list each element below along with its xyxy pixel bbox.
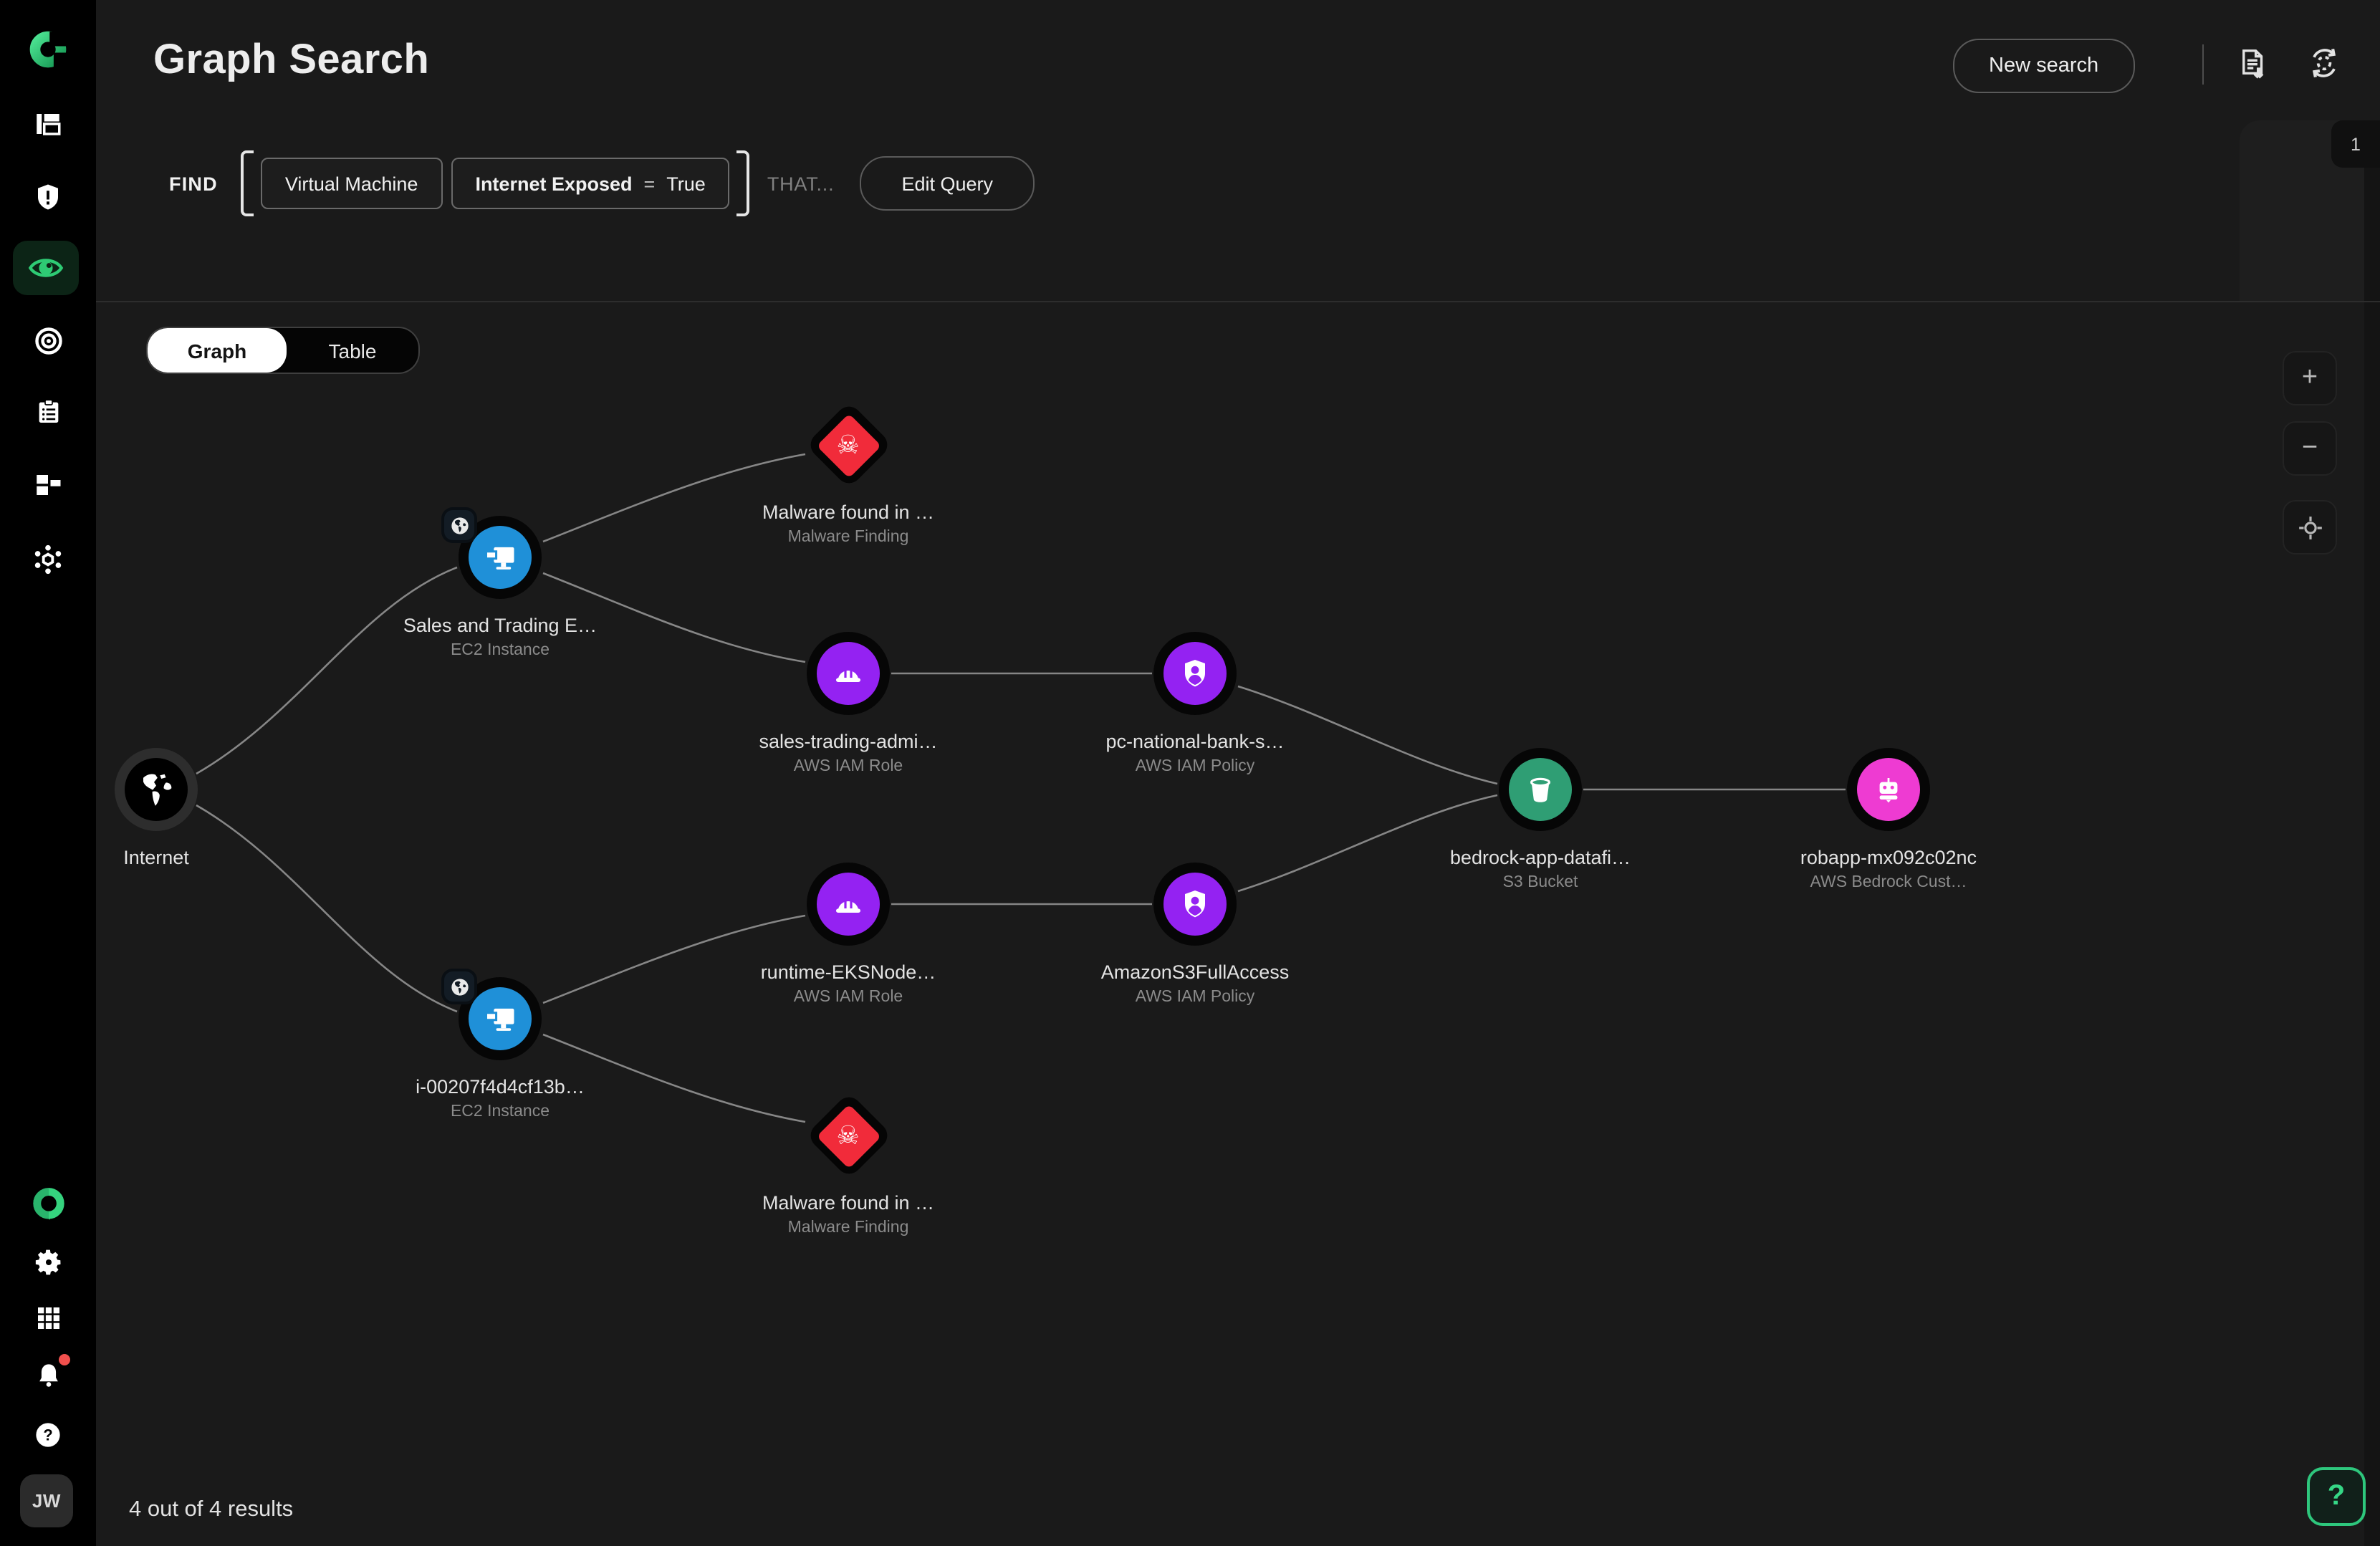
- node-subtitle: EC2 Instance: [451, 1103, 550, 1120]
- app-root: ? JW Graph Search New search FIND Virtua…: [0, 0, 2380, 1546]
- bedrock-robot-icon: [1871, 772, 1906, 807]
- sidebar-item-issues[interactable]: [0, 168, 96, 225]
- sidebar-item-reports[interactable]: [0, 383, 96, 440]
- malware-skull-icon: ☠: [816, 1103, 881, 1168]
- user-avatar[interactable]: JW: [20, 1474, 73, 1527]
- panel-count-badge[interactable]: 1: [2331, 120, 2380, 168]
- graph-node-ec2-i00207[interactable]: i-00207f4d4cf13b… EC2 Instance: [342, 977, 658, 1120]
- graph-node-ec2-sales-trading[interactable]: Sales and Trading E… EC2 Instance: [342, 516, 658, 659]
- view-toggle: Graph Table: [146, 327, 420, 374]
- iam-policy-icon: [1178, 656, 1212, 691]
- graph-node-malware-finding-1[interactable]: ☠ Malware found in … Malware Finding: [691, 403, 1006, 546]
- sidebar-item-policies[interactable]: [0, 312, 96, 370]
- content-divider: [96, 301, 2380, 302]
- fit-view-button[interactable]: [2283, 500, 2337, 554]
- s3-bucket-icon: [1523, 772, 1558, 807]
- ec2-instance-icon: [481, 539, 519, 576]
- graph-eye-icon: [27, 254, 64, 282]
- node-subtitle: AWS IAM Role: [794, 758, 903, 775]
- internet-exposed-badge-globe-icon: [444, 971, 474, 1002]
- node-subtitle: Malware Finding: [788, 529, 909, 546]
- tab-table[interactable]: Table: [287, 328, 418, 373]
- sidebar-item-inventory[interactable]: [0, 456, 96, 513]
- graph-node-bedrock-model[interactable]: robapp-mx092c02nc AWS Bedrock Cust…: [1731, 748, 2046, 891]
- internet-exposed-badge-globe-icon: [444, 510, 474, 540]
- node-title: i-00207f4d4cf13b…: [416, 1076, 585, 1098]
- zoom-out-button[interactable]: −: [2283, 421, 2337, 476]
- help-button[interactable]: ?: [2307, 1467, 2366, 1526]
- graph-node-iam-role-sales-trading[interactable]: sales-trading-admi… AWS IAM Role: [691, 632, 1006, 775]
- sidebar-item-dashboard[interactable]: [0, 95, 96, 152]
- node-title: sales-trading-admi…: [759, 731, 937, 752]
- svg-text:?: ?: [43, 1426, 52, 1444]
- apps-grid-icon[interactable]: [0, 1290, 96, 1347]
- node-subtitle: AWS IAM Policy: [1136, 758, 1255, 775]
- node-title: pc-national-bank-s…: [1105, 731, 1284, 752]
- sidebar: ? JW: [0, 0, 96, 1546]
- crosshair-icon: [2296, 514, 2323, 541]
- sidebar-help-icon[interactable]: ?: [0, 1406, 96, 1463]
- node-title: Malware found in …: [762, 501, 934, 523]
- graph-node-iam-policy-s3fullaccess[interactable]: AmazonS3FullAccess AWS IAM Policy: [1037, 863, 1353, 1006]
- sidebar-item-graph-search-active[interactable]: [13, 241, 79, 295]
- globe-icon: [130, 764, 182, 815]
- graph-canvas[interactable]: Internet Sales and Trading E… EC2 Instan…: [0, 0, 2380, 1546]
- node-title: runtime-EKSNode…: [761, 961, 936, 983]
- node-subtitle: AWS Bedrock Cust…: [1810, 874, 1967, 891]
- graph-node-malware-finding-2[interactable]: ☠ Malware found in … Malware Finding: [691, 1093, 1006, 1237]
- notifications-bell-icon[interactable]: [0, 1347, 96, 1404]
- notification-dot: [59, 1354, 70, 1365]
- node-subtitle: AWS IAM Policy: [1136, 989, 1255, 1006]
- node-subtitle: AWS IAM Role: [794, 989, 903, 1006]
- node-title: Internet: [123, 847, 189, 868]
- iam-policy-icon: [1178, 887, 1212, 921]
- graph-node-s3-bucket[interactable]: bedrock-app-datafi… S3 Bucket: [1383, 748, 1698, 891]
- settings-gear-icon[interactable]: [0, 1234, 96, 1291]
- node-title: Malware found in …: [762, 1192, 934, 1214]
- node-title: AmazonS3FullAccess: [1101, 961, 1290, 983]
- tab-graph[interactable]: Graph: [148, 328, 287, 373]
- node-subtitle: S3 Bucket: [1503, 874, 1578, 891]
- iam-role-icon: [831, 887, 865, 921]
- graph-node-iam-role-eksnode[interactable]: runtime-EKSNode… AWS IAM Role: [691, 863, 1006, 1006]
- ec2-instance-icon: [481, 1000, 519, 1037]
- results-count: 4 out of 4 results: [129, 1497, 293, 1523]
- node-subtitle: Malware Finding: [788, 1219, 909, 1237]
- node-title: robapp-mx092c02nc: [1800, 847, 1977, 868]
- malware-skull-icon: ☠: [816, 413, 881, 478]
- brand-secondary-icon[interactable]: [0, 1176, 96, 1234]
- sidebar-item-threats[interactable]: [0, 530, 96, 587]
- brand-logo-icon[interactable]: [0, 20, 96, 77]
- node-title: Sales and Trading E…: [403, 615, 597, 636]
- iam-role-icon: [831, 656, 865, 691]
- node-title: bedrock-app-datafi…: [1450, 847, 1631, 868]
- node-subtitle: EC2 Instance: [451, 642, 550, 659]
- zoom-in-button[interactable]: +: [2283, 351, 2337, 405]
- graph-node-iam-policy-pc-national[interactable]: pc-national-bank-s… AWS IAM Policy: [1037, 632, 1353, 775]
